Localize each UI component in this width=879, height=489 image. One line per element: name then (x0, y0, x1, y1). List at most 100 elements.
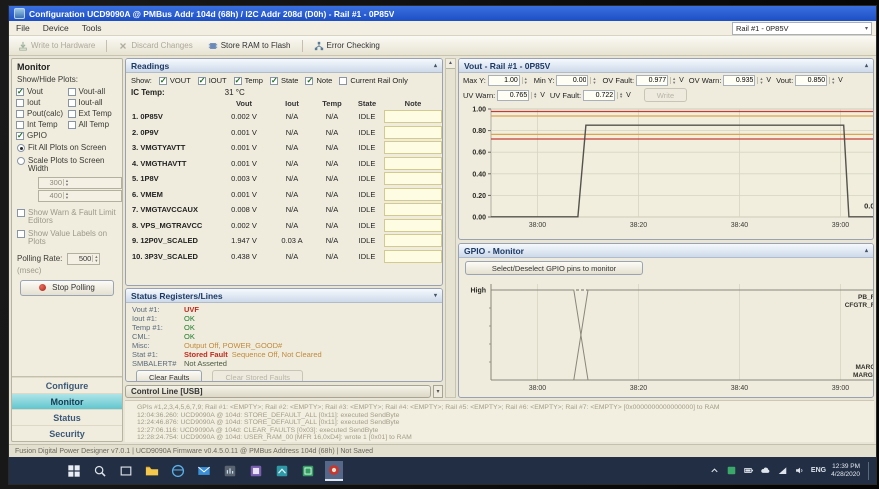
show-value-labels-option[interactable]: Show Value Labels on Plots (12, 228, 122, 249)
filter-note[interactable]: Note (305, 76, 332, 85)
checkbox-vout[interactable] (158, 76, 167, 85)
sidebar-item-security[interactable]: Security (12, 425, 122, 441)
plot-height-input[interactable] (39, 178, 63, 187)
plot-option-gpio[interactable]: GPIO (16, 131, 67, 140)
taskbar-clock[interactable]: 12:39 PM 4/28/2020 (831, 463, 860, 478)
plot-height-stepper[interactable]: ▲▼ (38, 176, 122, 189)
show-desktop-button[interactable] (868, 461, 872, 480)
stepper-arrows-icon[interactable]: ▲ ▼ (521, 77, 529, 84)
field-input-ov-warn[interactable] (723, 75, 756, 86)
task-view-icon[interactable] (117, 461, 135, 481)
store-ram-to-flash-button[interactable]: Store RAM to Flash (204, 40, 295, 52)
app-green-icon[interactable] (299, 461, 317, 481)
stepper-arrows-icon[interactable]: ▲ ▼ (590, 77, 597, 84)
discard-changes-button[interactable]: Discard Changes (114, 40, 196, 52)
fit-all-plots-radio[interactable] (17, 144, 25, 152)
sidebar-item-status[interactable]: Status (12, 409, 122, 425)
stepper-arrows-icon[interactable]: ▲ ▼ (670, 77, 677, 84)
plot-option-all-temp[interactable]: All Temp (67, 120, 119, 129)
write-to-hardware-button[interactable]: Write to Hardware (14, 40, 99, 52)
plot-option-iout-all[interactable]: Iout-all (67, 98, 119, 107)
file-explorer-icon[interactable] (143, 461, 161, 481)
clear-faults-button[interactable]: Clear Faults (136, 370, 203, 381)
field-input-ov-fault[interactable] (636, 75, 669, 86)
language-indicator[interactable]: ENG (811, 467, 826, 474)
charts-scrollbar[interactable]: ▲ (445, 58, 456, 398)
chevron-up-icon[interactable] (709, 465, 721, 477)
note-input[interactable] (384, 218, 442, 232)
filter-iout[interactable]: IOUT (197, 76, 227, 85)
note-input[interactable] (384, 125, 442, 139)
filter-vout[interactable]: VOUT (158, 76, 191, 85)
field-input-min-y[interactable] (556, 75, 589, 86)
menu-tools[interactable]: Tools (82, 23, 102, 33)
select-gpio-pins-button[interactable]: Select/Deselect GPIO pins to monitor (465, 261, 643, 275)
plot-option-int-temp[interactable]: Int Temp (16, 120, 67, 129)
checkbox-int-temp[interactable] (16, 120, 24, 129)
fit-all-plots-option[interactable]: Fit All Plots on Screen (12, 142, 122, 155)
checkbox-iout[interactable] (16, 98, 24, 107)
note-input[interactable] (384, 203, 442, 217)
collapse-gpio-icon[interactable]: ▴ (865, 247, 868, 254)
filter-current-rail-only[interactable]: Current Rail Only (339, 76, 408, 85)
checkbox-vout[interactable] (16, 87, 24, 96)
note-input[interactable] (384, 110, 442, 124)
onedrive-cloud-icon[interactable] (760, 465, 772, 477)
checkbox-vout-all[interactable] (67, 87, 76, 96)
checkbox-ext-temp[interactable] (67, 109, 76, 118)
error-checking-button[interactable]: Error Checking (310, 40, 384, 52)
rail-selector-dropdown[interactable]: Rail #1 - 0P85V ▾ (732, 22, 872, 35)
collapse-readings-icon[interactable]: ▴ (434, 62, 437, 69)
filter-temp[interactable]: Temp (233, 76, 263, 85)
stepper-arrows-icon[interactable]: ▲ ▼ (829, 77, 836, 84)
menu-device[interactable]: Device (43, 23, 69, 33)
show-value-labels-checkbox[interactable] (17, 229, 25, 238)
note-input[interactable] (384, 141, 442, 155)
note-input[interactable] (384, 187, 442, 201)
stepper-arrows-icon[interactable]: ▲ ▼ (92, 255, 99, 262)
scale-plots-radio[interactable] (17, 156, 25, 165)
checkbox-iout-all[interactable] (67, 98, 76, 107)
scroll-up-icon[interactable]: ▲ (446, 59, 455, 69)
plot-option-vout-all[interactable]: Vout-all (67, 87, 119, 96)
search-icon[interactable] (91, 461, 109, 481)
checkbox-gpio[interactable] (16, 131, 24, 140)
note-input[interactable] (384, 156, 442, 170)
write-button[interactable]: Write (643, 88, 688, 102)
show-warn-fault-option[interactable]: Show Warn & Fault Limit Editors (12, 207, 122, 228)
plot-option-pout-calc[interactable]: Pout(calc) (16, 109, 67, 118)
field-input-uv-warn[interactable] (497, 89, 530, 101)
battery-icon[interactable] (743, 465, 755, 477)
control-line-expand-button[interactable]: ▾ (433, 384, 443, 398)
scale-plots-option[interactable]: Scale Plots to Screen Width (12, 155, 122, 176)
note-input[interactable] (384, 249, 442, 263)
collapse-vout-icon[interactable]: ▴ (865, 62, 868, 69)
field-input-max-y[interactable] (487, 75, 520, 86)
note-input[interactable] (384, 172, 442, 186)
plot-width-input[interactable] (39, 191, 63, 200)
plot-option-vout[interactable]: Vout (16, 87, 67, 96)
app-teal-icon[interactable] (273, 461, 291, 481)
app-green-tray-icon[interactable] (726, 465, 738, 477)
network-icon[interactable] (777, 465, 789, 477)
clear-stored-faults-button[interactable]: Clear Stored Faults (212, 370, 304, 381)
plot-option-iout[interactable]: Iout (16, 98, 67, 107)
start-button[interactable] (65, 461, 83, 481)
field-input-uv-fault[interactable] (583, 89, 616, 101)
polling-rate-input[interactable] (68, 254, 93, 263)
menu-file[interactable]: File (16, 23, 30, 33)
plot-option-ext-temp[interactable]: Ext Temp (67, 109, 119, 118)
stepper-arrows-icon[interactable]: ▲ ▼ (531, 91, 538, 99)
checkbox-state[interactable] (269, 76, 278, 85)
mail-icon[interactable] (195, 461, 213, 481)
note-input[interactable] (384, 234, 442, 248)
checkbox-pout-calc[interactable] (16, 109, 24, 118)
checkbox-note[interactable] (305, 76, 314, 85)
volume-icon[interactable] (794, 465, 806, 477)
internet-explorer-icon[interactable] (169, 461, 187, 481)
checkbox-iout[interactable] (197, 76, 206, 85)
stepper-arrows-icon[interactable]: ▲ ▼ (63, 179, 70, 186)
polling-rate-stepper[interactable]: ▲▼ (67, 252, 101, 265)
app-color-icon[interactable] (247, 461, 265, 481)
checkbox-current-rail-only[interactable] (339, 76, 348, 85)
